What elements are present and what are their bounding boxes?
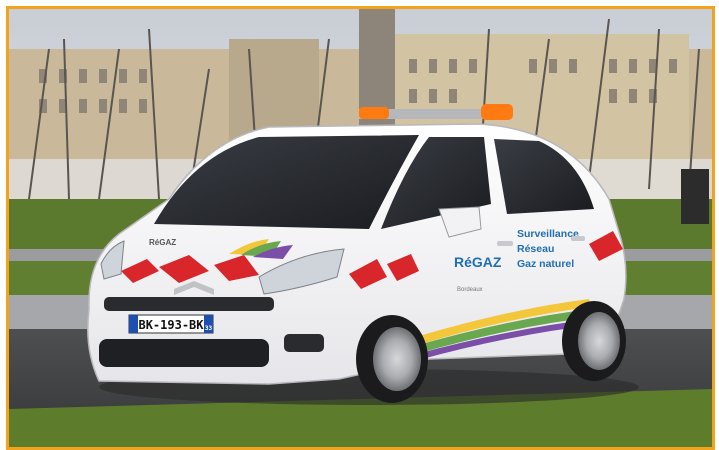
beacon-right xyxy=(481,104,513,120)
door-handle xyxy=(497,241,513,246)
license-plate-region: 33 xyxy=(205,325,213,332)
door-service-line-2: Réseau xyxy=(517,243,554,255)
trash-bin xyxy=(681,169,709,224)
door-logo-text: RéGAZ xyxy=(454,254,502,270)
rear-wheel xyxy=(562,301,626,381)
door-service-line-1: Surveillance xyxy=(517,228,579,240)
license-plate: BK-193-BK 33 xyxy=(128,314,214,334)
door-tagline-text: Bordeaux xyxy=(457,287,483,293)
hood-logo-text: RéGAZ xyxy=(149,238,176,247)
lower-grille xyxy=(99,339,269,367)
fog-light xyxy=(284,334,324,352)
upper-grille xyxy=(104,297,274,311)
beacon-left xyxy=(359,107,389,119)
license-plate-number: BK-193-BK xyxy=(138,318,204,332)
photo-scene: BK-193-BK 33 RéGAZ RéGAZ Bordeaux Survei… xyxy=(9,9,712,447)
rear-door-handle xyxy=(571,236,585,241)
door-service-line-3: Gaz naturel xyxy=(517,258,574,270)
photo-frame: BK-193-BK 33 RéGAZ RéGAZ Bordeaux Survei… xyxy=(6,6,715,450)
front-wheel xyxy=(356,315,428,403)
